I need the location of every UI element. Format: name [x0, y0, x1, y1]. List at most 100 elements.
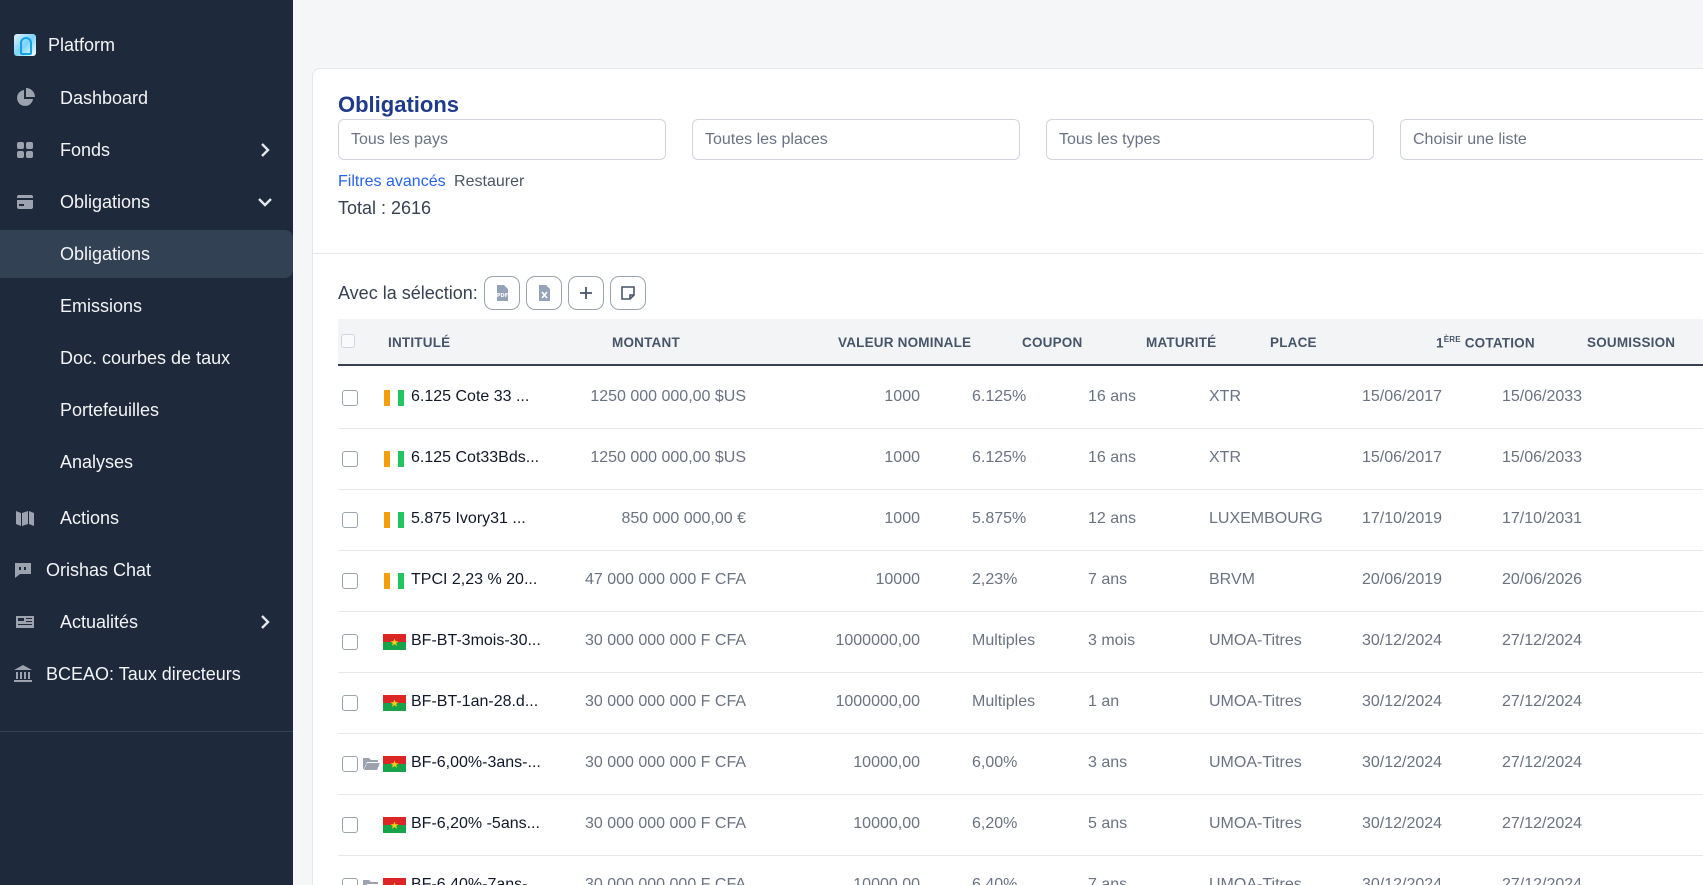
cell-intitule[interactable]: BF-6,00%-3ans-...	[411, 754, 541, 772]
col-soumission[interactable]: SOUMISSION	[1587, 335, 1675, 350]
cell-montant: 30 000 000 000 F CFA	[585, 815, 746, 832]
table-row[interactable]: 6.125 Cot33Bds... 1250 000 000,00 $US 1000…	[338, 429, 1703, 490]
table-row[interactable]: 5.875 Ivory31 ... 850 000 000,00 € 1000 5.8…	[338, 490, 1703, 551]
table-row[interactable]: BF-6,40%-7ans-... 30 000 000 000 F CFA 100…	[338, 856, 1703, 885]
sidebar-item-fonds[interactable]: Fonds	[0, 126, 293, 174]
sidebar-subitem-courbes[interactable]: Doc. courbes de taux	[0, 334, 293, 382]
table-row[interactable]: BF-6,00%-3ans-... 30 000 000 000 F CFA 100…	[338, 734, 1703, 795]
pie-chart-icon	[14, 88, 36, 108]
sidebar-item-actions[interactable]: Actions	[0, 494, 293, 542]
cell-intitule[interactable]: 6.125 Cote 33 ...	[411, 388, 529, 406]
brand-name: Platform	[48, 34, 116, 55]
cell-coupon: Multiples	[972, 693, 1036, 710]
advanced-filters-link[interactable]: Filtres avancés	[338, 173, 446, 190]
table-row[interactable]: BF-BT-3mois-30... 30 000 000 000 F CFA 100…	[338, 612, 1703, 673]
cell-intitule[interactable]: BF-6,20% -5ans...	[411, 815, 540, 833]
row-checkbox[interactable]	[342, 390, 358, 406]
folder-icon[interactable]	[362, 756, 380, 771]
note-button[interactable]	[609, 276, 646, 310]
col-maturite[interactable]: MATURITÉ	[1146, 335, 1216, 350]
cell-soumission: 20/06/2026	[1502, 571, 1583, 588]
table-row[interactable]: 6.125 Cote 33 ... 1250 000 000,00 $US 1000…	[338, 368, 1703, 429]
col-montant[interactable]: MONTANT	[612, 335, 680, 350]
cell-soumission: 15/06/2033	[1502, 388, 1583, 405]
cell-place: UMOA-Titres	[1209, 632, 1302, 649]
cell-soumission: 15/06/2033	[1502, 449, 1583, 466]
row-checkbox[interactable]	[342, 756, 358, 772]
page-title: Obligations	[338, 92, 459, 117]
table-row[interactable]: TPCI 2,23 % 20... 47 000 000 000 F CFA 100…	[338, 551, 1703, 612]
cell-intitule[interactable]: 5.875 Ivory31 ...	[411, 510, 526, 528]
cell-coupon: 6,40%	[972, 876, 1018, 885]
row-checkbox[interactable]	[342, 451, 358, 467]
cell-coupon: 6,00%	[972, 754, 1018, 771]
folder-icon[interactable]	[362, 878, 380, 885]
selection-label: Avec la sélection:	[338, 282, 478, 303]
row-checkbox[interactable]	[342, 573, 358, 589]
pdf-export-button[interactable]: PDF	[483, 276, 520, 310]
col-cotation[interactable]: 1ÈRE COTATION	[1436, 335, 1535, 351]
cell-place: XTR	[1209, 449, 1241, 466]
cell-valeur-nominale: 1000000,00	[835, 693, 920, 710]
cell-cotation: 30/12/2024	[1362, 876, 1443, 885]
type-filter[interactable]	[1046, 119, 1374, 160]
cell-montant: 30 000 000 000 F CFA	[585, 693, 746, 710]
list-filter[interactable]	[1400, 119, 1703, 160]
table-row[interactable]: BF-BT-1an-28.d... 30 000 000 000 F CFA 100…	[338, 673, 1703, 734]
book-icon	[14, 508, 36, 528]
sidebar-item-bceao[interactable]: BCEAO: Taux directeurs	[0, 650, 293, 698]
col-intitule[interactable]: INTITULÉ	[388, 335, 450, 350]
cell-maturite: 16 ans	[1088, 449, 1137, 466]
cell-maturite: 3 mois	[1088, 632, 1136, 649]
cell-coupon: Multiples	[972, 632, 1036, 649]
restore-link[interactable]: Restaurer	[454, 173, 524, 190]
flag-burkina-faso-icon	[383, 817, 406, 833]
cell-place: UMOA-Titres	[1209, 815, 1302, 832]
sidebar-item-dashboard[interactable]: Dashboard	[0, 74, 293, 122]
sidebar-subitem-emissions[interactable]: Emissions	[0, 282, 293, 330]
place-filter[interactable]	[692, 119, 1020, 160]
row-checkbox[interactable]	[342, 634, 358, 650]
sidebar: Platform Dashboard Fonds Obligations Obl…	[0, 0, 293, 885]
cell-valeur-nominale: 1000	[884, 510, 920, 527]
col-place[interactable]: PLACE	[1270, 335, 1317, 350]
brand[interactable]: Platform	[14, 33, 115, 57]
cell-intitule[interactable]: BF-BT-1an-28.d...	[411, 693, 538, 711]
col-coupon[interactable]: COUPON	[1022, 335, 1082, 350]
sidebar-item-orishas-chat[interactable]: Orishas Chat	[0, 546, 293, 594]
sidebar-subitem-analyses[interactable]: Analyses	[0, 438, 293, 486]
cell-intitule[interactable]: BF-BT-3mois-30...	[411, 632, 541, 650]
flag-ivory-coast-icon	[384, 451, 404, 467]
cell-montant: 47 000 000 000 F CFA	[585, 571, 746, 588]
table-row[interactable]: BF-6,20% -5ans... 30 000 000 000 F CFA 100…	[338, 795, 1703, 856]
cell-place: UMOA-Titres	[1209, 693, 1302, 710]
row-checkbox[interactable]	[342, 695, 358, 711]
cell-montant: 30 000 000 000 F CFA	[585, 632, 746, 649]
cell-intitule[interactable]: BF-6,40%-7ans-...	[411, 876, 541, 885]
cell-intitule[interactable]: 6.125 Cot33Bds...	[411, 449, 539, 467]
col-valeur-nominale[interactable]: VALEUR NOMINALE	[838, 335, 971, 350]
row-checkbox[interactable]	[342, 512, 358, 528]
row-checkbox[interactable]	[342, 878, 358, 885]
cell-place: UMOA-Titres	[1209, 876, 1302, 885]
cell-intitule[interactable]: TPCI 2,23 % 20...	[411, 571, 537, 589]
svg-text:PDF: PDF	[497, 293, 508, 299]
grid-icon	[14, 140, 36, 160]
sidebar-subitem-obligations[interactable]: Obligations	[0, 230, 293, 278]
add-to-list-button[interactable]	[567, 276, 604, 310]
cell-valeur-nominale: 10000,00	[853, 815, 920, 832]
excel-export-button[interactable]	[525, 276, 562, 310]
cell-cotation: 17/10/2019	[1362, 510, 1443, 527]
select-all-checkbox[interactable]	[341, 334, 355, 348]
note-icon	[620, 286, 635, 300]
cell-cotation: 30/12/2024	[1362, 693, 1443, 710]
card-icon	[14, 192, 36, 212]
sidebar-subitem-portefeuilles[interactable]: Portefeuilles	[0, 386, 293, 434]
cell-valeur-nominale: 1000	[884, 388, 920, 405]
row-checkbox[interactable]	[342, 817, 358, 833]
logo-icon	[14, 34, 36, 56]
sidebar-item-obligations[interactable]: Obligations	[0, 178, 293, 226]
cell-cotation: 30/12/2024	[1362, 754, 1443, 771]
country-filter[interactable]	[338, 119, 666, 160]
sidebar-item-actualites[interactable]: Actualités	[0, 598, 293, 646]
